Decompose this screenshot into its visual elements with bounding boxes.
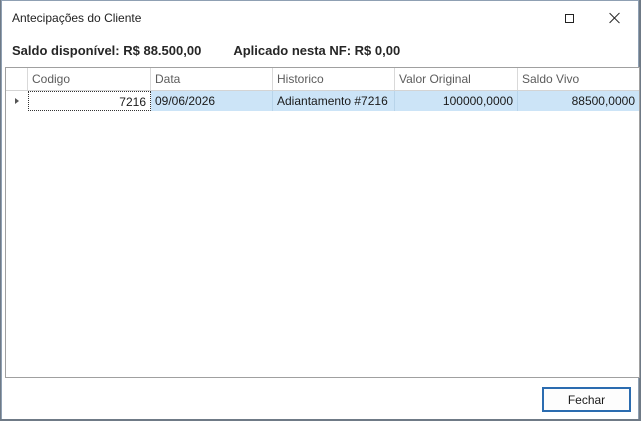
cell-valor-original[interactable]: 100000,0000: [395, 91, 518, 111]
column-header-saldo-vivo[interactable]: Saldo Vivo: [518, 68, 639, 90]
column-header-codigo[interactable]: Codigo: [28, 68, 151, 90]
aplicado-nf: Aplicado nesta NF: R$ 0,00: [233, 43, 401, 58]
cell-saldo-vivo[interactable]: 88500,0000: [518, 91, 639, 111]
dialog-window: Antecipações do Cliente Saldo disponível…: [1, 0, 640, 419]
column-header-valor-original[interactable]: Valor Original: [395, 68, 518, 90]
close-icon: [609, 12, 621, 24]
cell-data[interactable]: 09/06/2026: [151, 91, 273, 111]
close-window-button[interactable]: [592, 3, 638, 33]
summary-bar: Saldo disponível: R$ 88.500,00 Aplicado …: [12, 43, 400, 58]
fechar-button[interactable]: Fechar: [542, 387, 631, 412]
row-indicator[interactable]: [6, 91, 28, 111]
grid-header: Codigo Data Historico Valor Original Sal…: [6, 68, 639, 91]
column-header-data[interactable]: Data: [151, 68, 273, 90]
header-indicator: [6, 68, 28, 90]
window-title: Antecipações do Cliente: [12, 11, 142, 25]
row-pointer-icon: [15, 98, 19, 104]
cell-codigo[interactable]: 7216: [28, 91, 151, 111]
maximize-button[interactable]: [546, 3, 592, 33]
cell-historico[interactable]: Adiantamento #7216: [273, 91, 395, 111]
table-row[interactable]: 7216 09/06/2026 Adiantamento #7216 10000…: [6, 91, 639, 111]
dialog-footer: Fechar: [2, 379, 638, 419]
anticipations-grid[interactable]: Codigo Data Historico Valor Original Sal…: [5, 67, 640, 378]
maximize-icon: [564, 13, 574, 23]
column-header-historico[interactable]: Historico: [273, 68, 395, 90]
title-bar[interactable]: Antecipações do Cliente: [2, 1, 638, 35]
saldo-disponivel: Saldo disponível: R$ 88.500,00: [12, 43, 202, 58]
